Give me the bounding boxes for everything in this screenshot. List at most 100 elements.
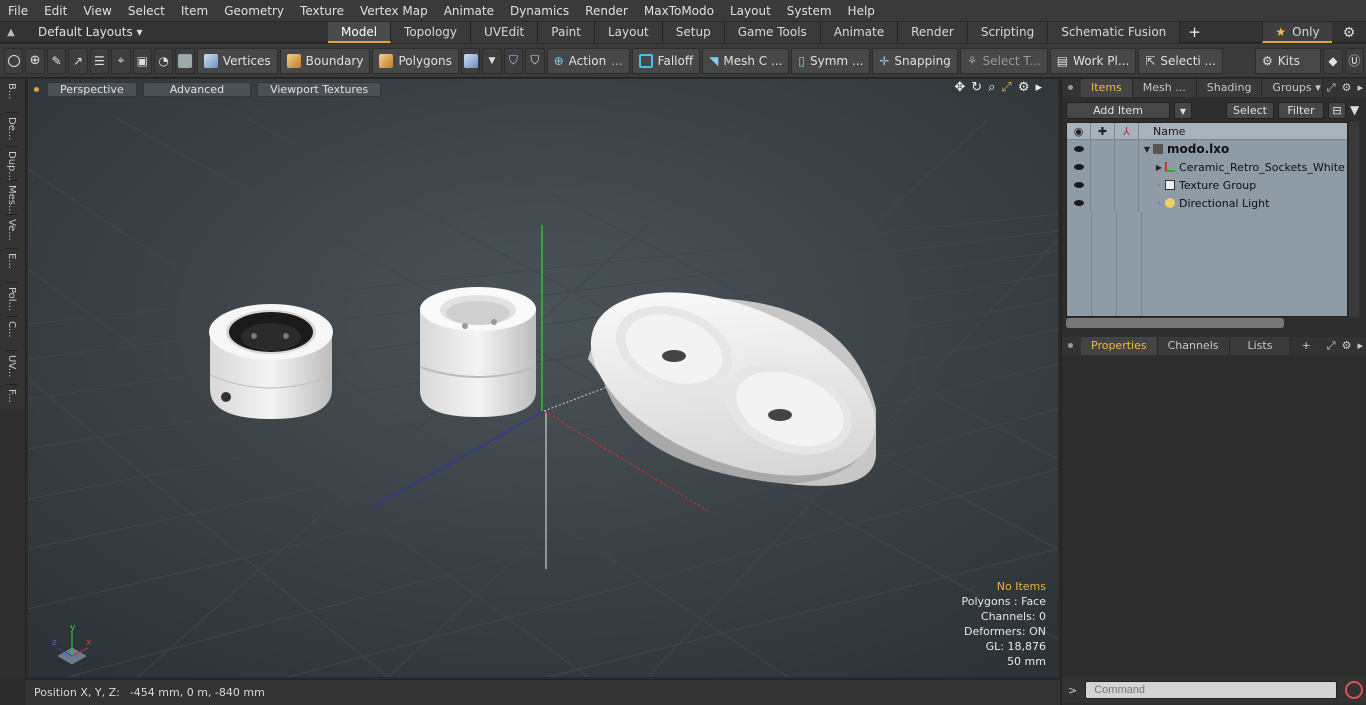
menu-view[interactable]: View: [75, 0, 119, 22]
symmetry-button[interactable]: ▯ Symm ...: [791, 47, 871, 74]
tab-animate[interactable]: Animate: [820, 21, 899, 43]
tab-render[interactable]: Render: [898, 21, 968, 43]
eye-icon[interactable]: [1073, 146, 1084, 152]
layout-arrow-icon[interactable]: ▲: [0, 22, 22, 43]
menu-geometry[interactable]: Geometry: [216, 0, 292, 22]
menu-edit[interactable]: Edit: [36, 0, 75, 22]
menu-item[interactable]: Item: [173, 0, 216, 22]
tab-model[interactable]: Model: [328, 21, 392, 43]
falloff-button[interactable]: Falloff: [631, 47, 701, 74]
menu-help[interactable]: Help: [840, 0, 883, 22]
tab-topology[interactable]: Topology: [391, 21, 472, 43]
tab-uvedit[interactable]: UVEdit: [471, 21, 539, 43]
left-tab-vertex[interactable]: Ve...: [6, 215, 17, 249]
menu-render[interactable]: Render: [577, 0, 636, 22]
tab-properties[interactable]: Properties: [1081, 337, 1158, 355]
select-circle-button[interactable]: [4, 47, 24, 74]
menu-maxtomodo[interactable]: MaxToModo: [636, 0, 722, 22]
left-tab-polygon[interactable]: Pol...: [6, 283, 17, 317]
mode-dropdown-button[interactable]: ▼: [482, 47, 502, 74]
socket-middle-model[interactable]: [419, 287, 537, 417]
menu-dynamics[interactable]: Dynamics: [502, 0, 577, 22]
items-horizontal-scrollbar[interactable]: [1066, 318, 1284, 328]
center-button[interactable]: ⌖: [111, 47, 131, 74]
left-tab-basic[interactable]: B...: [6, 79, 17, 113]
unreal-button[interactable]: Ⓤ: [1344, 47, 1365, 74]
action-center-button[interactable]: ⊕ Action...: [546, 47, 630, 74]
mesh-constraint-button[interactable]: ◥ Mesh C ...: [702, 47, 790, 74]
boundary-button[interactable]: Boundary: [279, 47, 371, 74]
panel-gear-icon[interactable]: ⚙: [1342, 337, 1352, 355]
snap-square-button[interactable]: ▣: [132, 47, 152, 74]
shield-button[interactable]: ⛉: [503, 47, 524, 74]
work-plane-button[interactable]: ▤ Work Pl...: [1049, 47, 1137, 74]
left-tab-mesh[interactable]: Mes...: [6, 181, 17, 215]
tree-row-directional-light[interactable]: · Directional Light: [1067, 194, 1347, 212]
tab-lists[interactable]: Lists: [1229, 337, 1292, 355]
unity-button[interactable]: ◆: [1323, 47, 1343, 74]
menu-vertex-map[interactable]: Vertex Map: [352, 0, 436, 22]
maximize-panel-icon[interactable]: ⤢: [1327, 79, 1336, 97]
menu-file[interactable]: File: [0, 0, 36, 22]
chevron-down-icon[interactable]: ▾: [1315, 79, 1321, 97]
panel-expand-icon[interactable]: ▸: [1357, 79, 1363, 97]
clock-button[interactable]: ◔: [153, 47, 174, 74]
selection-button[interactable]: ⇱ Selecti ...: [1138, 47, 1223, 74]
items-panel-dot-icon[interactable]: [1068, 85, 1073, 90]
add-item-dropdown[interactable]: ▼: [1174, 101, 1192, 119]
left-tab-curve[interactable]: C...: [6, 317, 17, 351]
socket-left-model[interactable]: [209, 304, 333, 419]
command-history-button[interactable]: [1345, 681, 1364, 699]
only-toggle-button[interactable]: ★ Only: [1262, 22, 1332, 43]
collapse-button[interactable]: ⊟: [1328, 101, 1346, 119]
expand-triangle-icon[interactable]: ▶: [1153, 163, 1165, 172]
left-tab-duplicate[interactable]: Dup...: [6, 147, 17, 181]
default-layouts-dropdown[interactable]: Default Layouts ▾: [22, 25, 322, 39]
tree-row-texture-group[interactable]: · Texture Group: [1067, 176, 1347, 194]
vertices-button[interactable]: Vertices: [196, 47, 278, 74]
filter-icon[interactable]: ▼: [1350, 103, 1359, 117]
menu-texture[interactable]: Texture: [292, 0, 352, 22]
polygons-button[interactable]: Polygons: [372, 47, 459, 74]
move-view-icon[interactable]: ✥: [954, 80, 965, 95]
tab-paint[interactable]: Paint: [538, 21, 595, 43]
tree-row-scene[interactable]: ▼ modo.lxo: [1067, 140, 1347, 158]
name-column-header[interactable]: Name: [1139, 125, 1185, 138]
material-button[interactable]: [460, 47, 481, 74]
kits-button[interactable]: ⚙ Kits: [1255, 47, 1322, 74]
menu-select[interactable]: Select: [120, 0, 173, 22]
viewport-expand-icon[interactable]: ▸: [1035, 80, 1042, 95]
eye-icon[interactable]: [1073, 200, 1084, 206]
left-tab-uv[interactable]: UV...: [6, 351, 17, 385]
tab-channels[interactable]: Channels: [1157, 337, 1230, 355]
panel-gear-icon[interactable]: ⚙: [1342, 79, 1352, 97]
tab-game-tools[interactable]: Game Tools: [724, 21, 821, 43]
maximize-view-icon[interactable]: ⤢: [1001, 80, 1011, 95]
advanced-button[interactable]: Advanced: [142, 81, 252, 97]
render-column-icon[interactable]: ⅄: [1115, 123, 1139, 139]
rotate-view-icon[interactable]: ↻: [971, 80, 982, 95]
tab-setup[interactable]: Setup: [662, 21, 725, 43]
command-input[interactable]: [1085, 681, 1338, 699]
tab-shading[interactable]: Shading: [1196, 79, 1263, 97]
left-tab-edge[interactable]: E...: [6, 249, 17, 283]
select-through-button[interactable]: ⚘ Select T...: [959, 47, 1048, 74]
viewport-menu-dot-icon[interactable]: [34, 86, 39, 92]
globe-button[interactable]: ⊕: [25, 47, 45, 74]
3d-viewport[interactable]: y x z Perspective Advanced Viewport Text…: [28, 79, 1058, 677]
menu-animate[interactable]: Animate: [436, 0, 502, 22]
zoom-view-icon[interactable]: ⌕: [988, 80, 995, 95]
tab-items[interactable]: Items: [1081, 79, 1133, 97]
snapping-button[interactable]: ✛ Snapping: [872, 47, 958, 74]
visibility-column-icon[interactable]: ◉: [1067, 123, 1091, 139]
tab-scripting[interactable]: Scripting: [967, 21, 1049, 43]
tree-row-mesh[interactable]: ▶ Ceramic_Retro_Sockets_White: [1067, 158, 1347, 176]
align-button[interactable]: ☰: [89, 47, 110, 74]
tab-mesh[interactable]: Mesh ...: [1132, 79, 1197, 97]
filter-button[interactable]: Filter: [1278, 101, 1324, 119]
items-vertical-scrollbar[interactable]: [1349, 122, 1359, 317]
add-properties-tab-button[interactable]: +: [1291, 337, 1320, 355]
tab-schematic-fusion[interactable]: Schematic Fusion: [1048, 21, 1181, 43]
pen-button[interactable]: ✎: [46, 47, 67, 74]
left-tab-deform[interactable]: De...: [6, 113, 17, 147]
